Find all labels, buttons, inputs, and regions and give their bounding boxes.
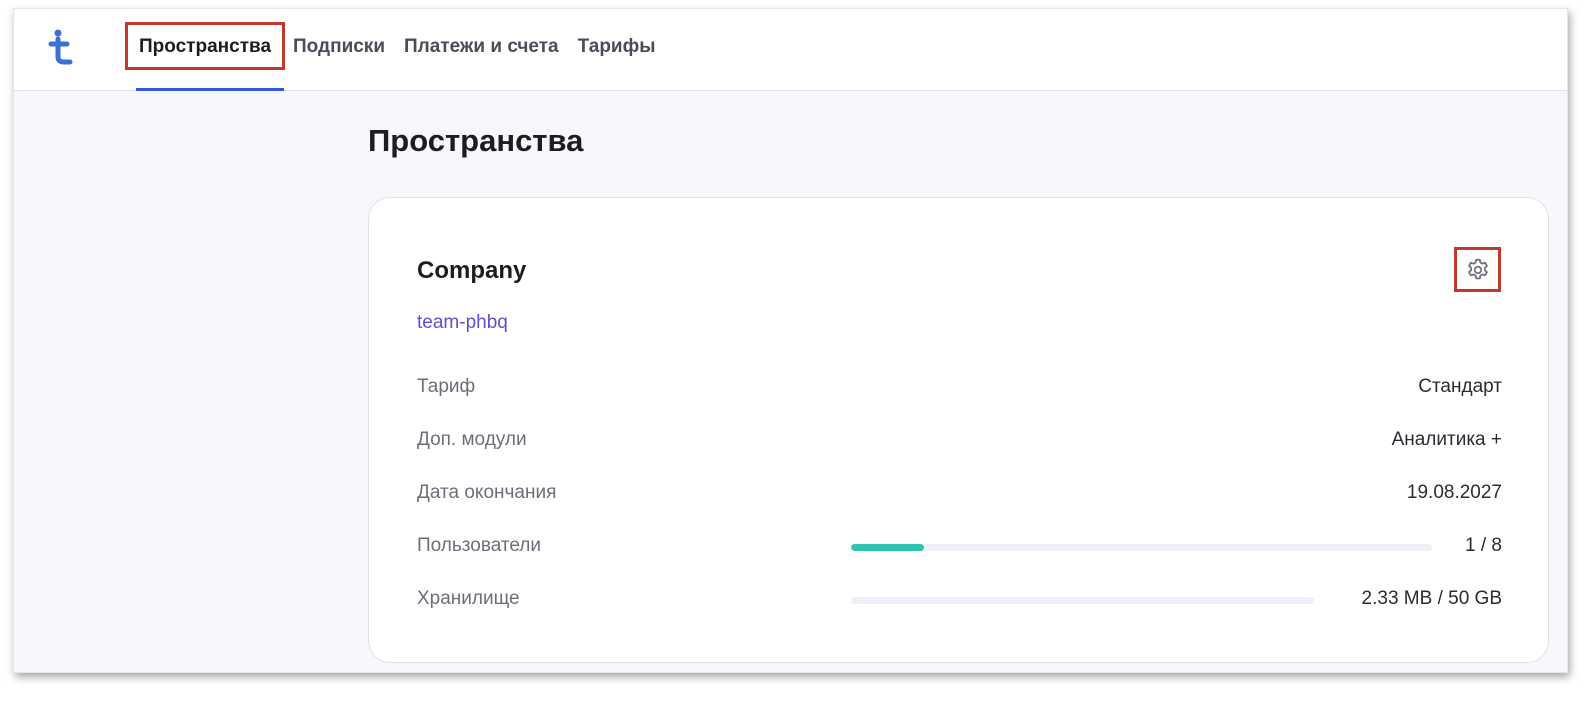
- row-value: Стандарт: [1418, 376, 1502, 397]
- tab-payments-invoices[interactable]: Платежи и счета: [404, 22, 559, 70]
- storage-progress-bar: [851, 597, 1314, 604]
- row-users: Пользователи 1 / 8: [417, 535, 1502, 565]
- users-progress-fill: [851, 544, 924, 551]
- space-settings-button[interactable]: [1454, 247, 1501, 292]
- top-navigation-bar: Пространства Подписки Платежи и счета Та…: [14, 9, 1567, 91]
- row-value: 2.33 MB / 50 GB: [1361, 588, 1502, 609]
- row-tariff: Тариф Стандарт: [417, 376, 1502, 406]
- users-progress-bar: [851, 544, 1432, 551]
- row-addons: Доп. модули Аналитика +: [417, 429, 1502, 459]
- space-name: Company: [417, 257, 527, 284]
- gear-icon: [1467, 258, 1488, 279]
- active-tab-indicator: [136, 88, 284, 91]
- tab-subscriptions[interactable]: Подписки: [293, 22, 385, 70]
- tab-spaces[interactable]: Пространства: [125, 22, 286, 70]
- row-end-date: Дата окончания 19.08.2027: [417, 482, 1502, 512]
- row-label: Дата окончания: [417, 482, 557, 503]
- page-title: Пространства: [368, 123, 584, 158]
- row-label: Пользователи: [417, 535, 542, 556]
- main-nav: Пространства Подписки Платежи и счета Та…: [125, 22, 674, 92]
- app-window: Пространства Подписки Платежи и счета Та…: [13, 8, 1568, 673]
- row-value: 19.08.2027: [1406, 482, 1502, 503]
- row-label: Тариф: [417, 376, 476, 397]
- row-value: Аналитика +: [1391, 429, 1502, 450]
- row-storage: Хранилище 2.33 MB / 50 GB: [417, 588, 1502, 618]
- t-logo-icon[interactable]: [48, 29, 74, 65]
- space-card: Company team-phbq Тариф Стандарт Доп. мо…: [368, 197, 1549, 663]
- tab-tariffs[interactable]: Тарифы: [578, 22, 656, 70]
- row-value: 1 / 8: [1465, 535, 1502, 556]
- row-label: Доп. модули: [417, 429, 527, 450]
- row-label: Хранилище: [417, 588, 520, 609]
- space-slug-link[interactable]: team-phbq: [417, 312, 508, 334]
